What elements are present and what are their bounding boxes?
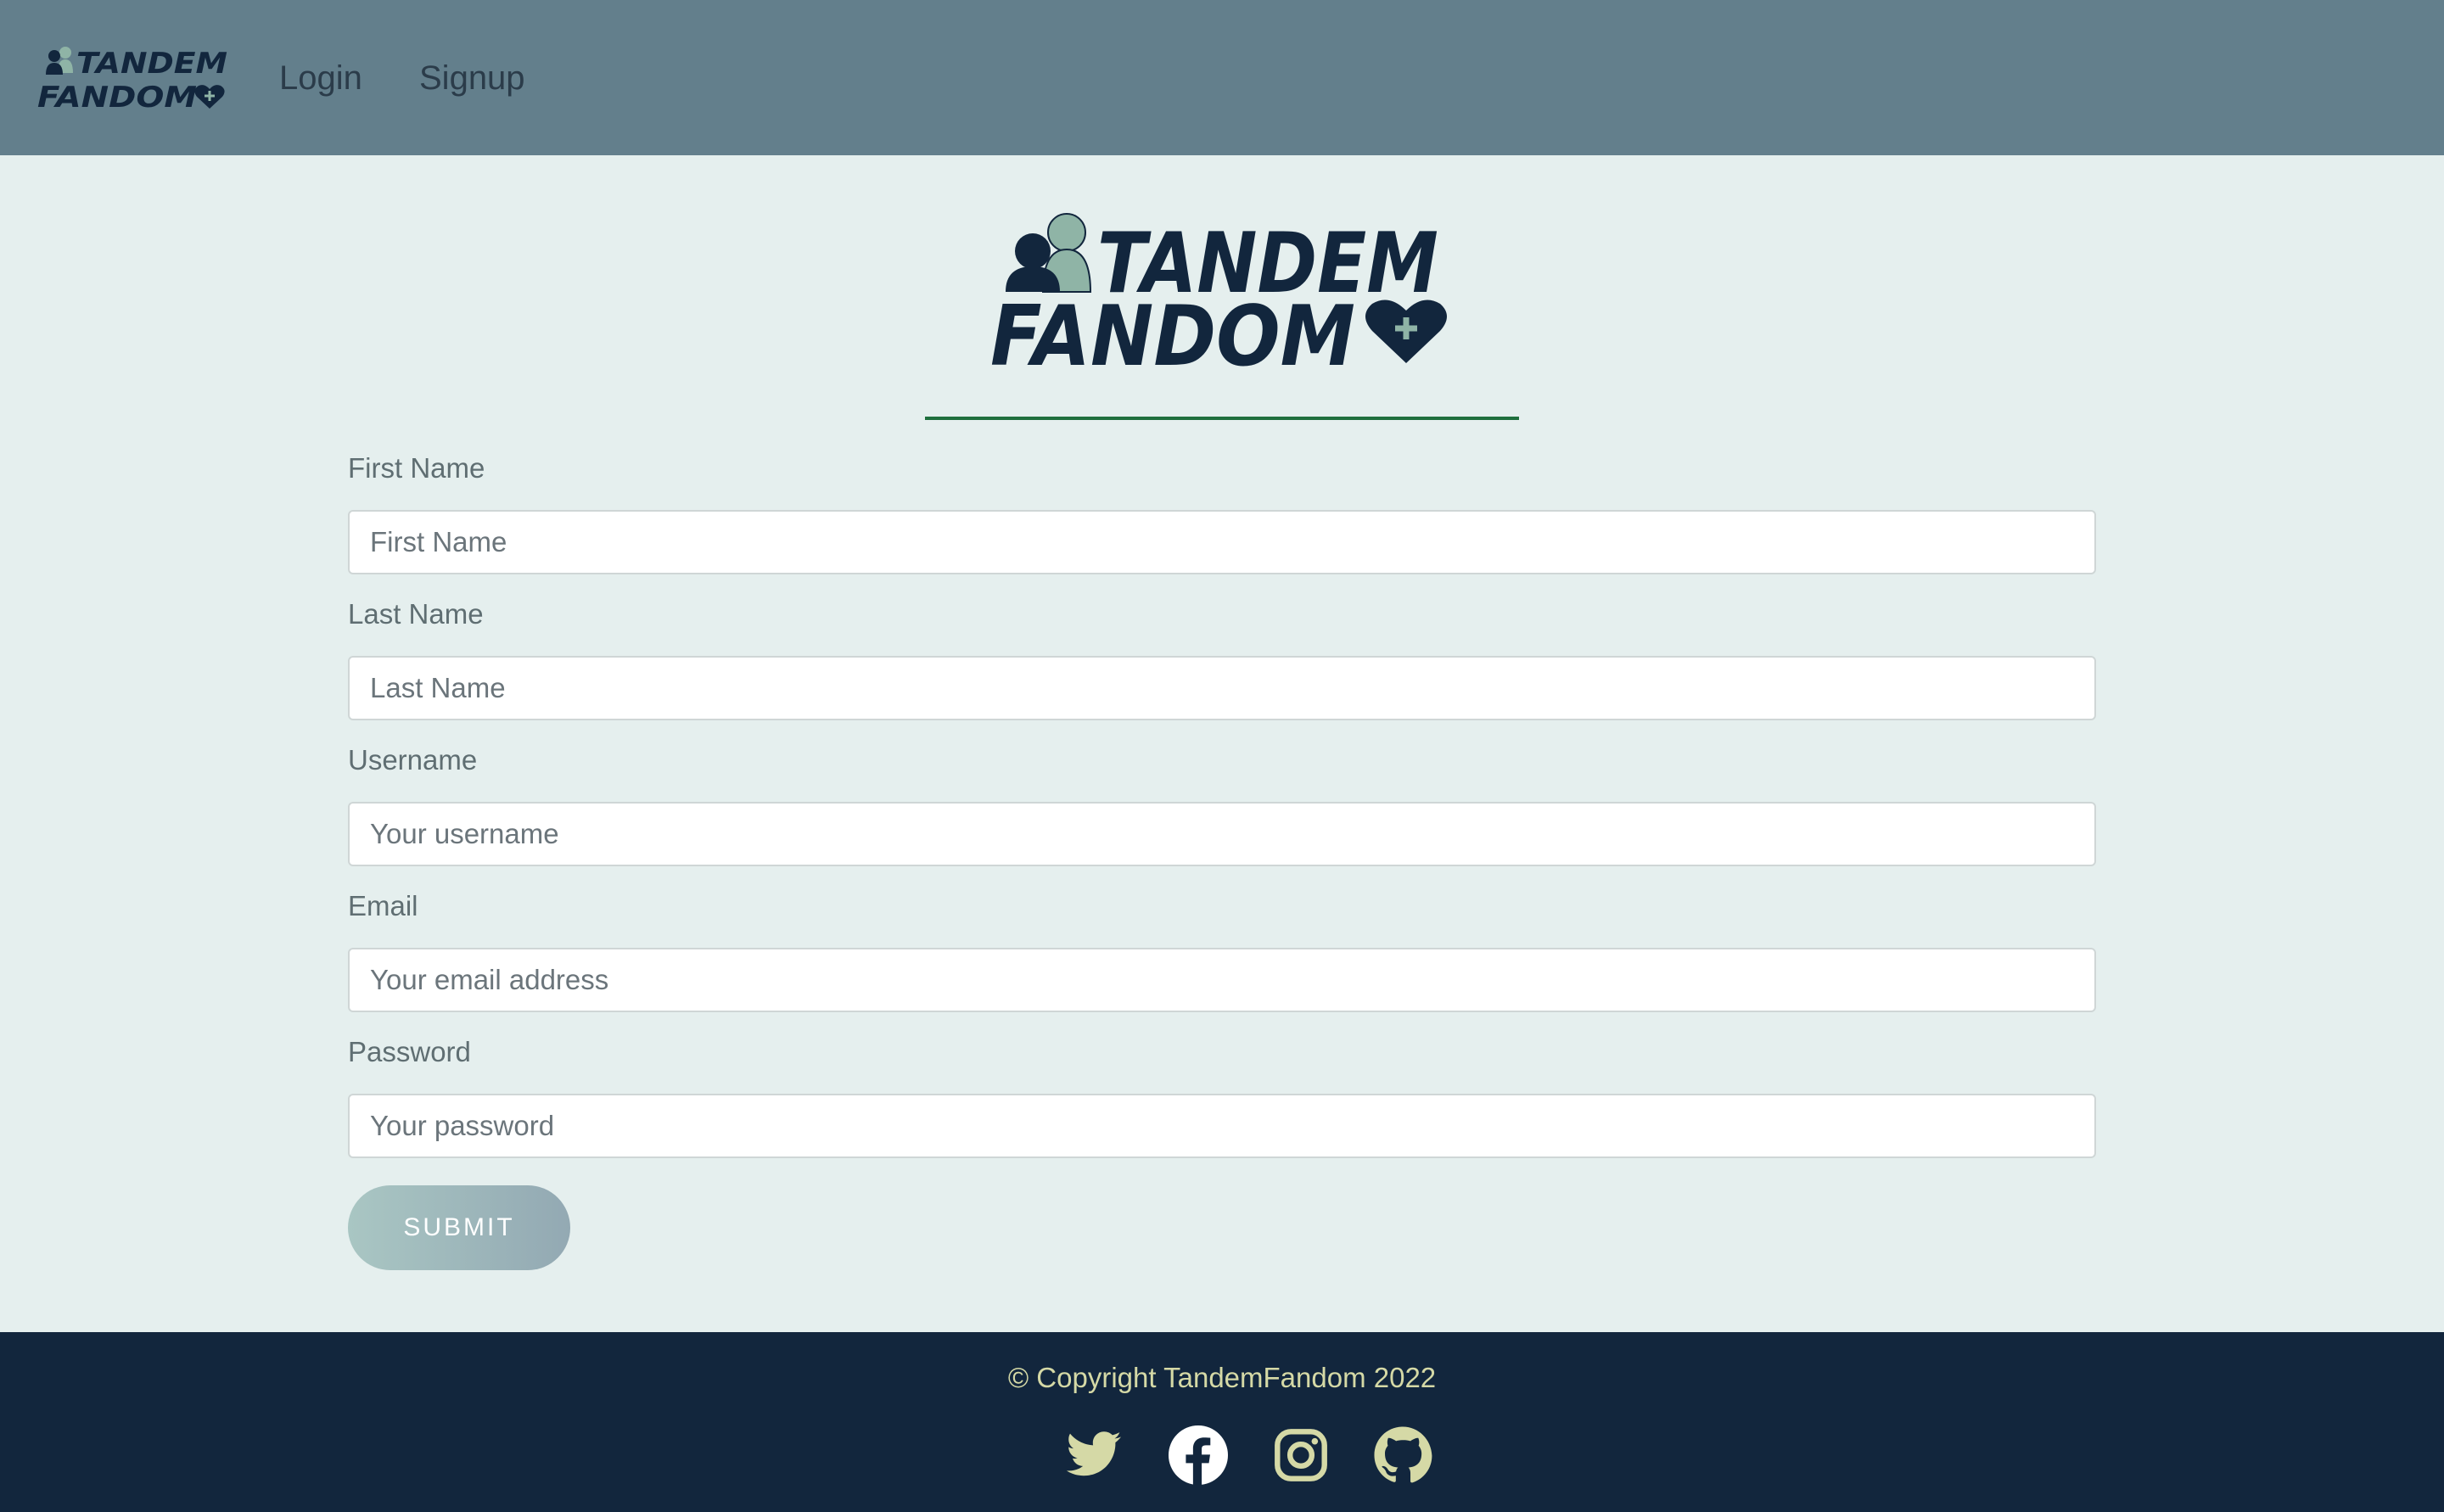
github-link[interactable]	[1373, 1425, 1432, 1485]
logo-divider	[925, 417, 1519, 420]
logo-line2: FANDOM	[990, 288, 1355, 372]
last-name-label: Last Name	[348, 598, 484, 630]
last-name-input[interactable]	[348, 656, 2096, 720]
tandem-fandom-logo: TANDEM FANDOM	[990, 213, 1447, 385]
submit-button[interactable]: SUBMIT	[348, 1185, 570, 1270]
first-name-label: First Name	[348, 452, 485, 484]
github-icon	[1374, 1426, 1432, 1483]
password-input[interactable]	[348, 1094, 2096, 1158]
password-label: Password	[348, 1036, 471, 1067]
email-input[interactable]	[348, 948, 2096, 1012]
first-name-input[interactable]	[348, 510, 2096, 574]
instagram-icon	[1275, 1429, 1327, 1481]
instagram-link[interactable]	[1271, 1425, 1331, 1485]
email-label: Email	[348, 890, 418, 921]
facebook-link[interactable]	[1169, 1425, 1228, 1485]
hero-logo: TANDEM FANDOM	[989, 210, 1447, 385]
footer: © Copyright TandemFandom 2022	[0, 1332, 2444, 1512]
logo-small-line1: TANDEM	[76, 47, 227, 81]
nav-logo[interactable]: TANDEM FANDOM	[36, 44, 231, 115]
facebook-icon	[1169, 1425, 1228, 1485]
nav-login-link[interactable]: Login	[279, 54, 362, 102]
tandem-fandom-logo-small: TANDEM FANDOM	[37, 47, 227, 115]
username-input[interactable]	[348, 802, 2096, 866]
nav-signup-link[interactable]: Signup	[419, 54, 525, 102]
twitter-link[interactable]	[1064, 1425, 1124, 1485]
copyright-text: © Copyright TandemFandom 2022	[1007, 1362, 1437, 1393]
username-label: Username	[348, 744, 478, 776]
top-navbar: TANDEM FANDOM Login Signup	[0, 0, 2444, 155]
twitter-icon	[1066, 1431, 1122, 1476]
logo-small-line2: FANDOM	[37, 81, 197, 114]
